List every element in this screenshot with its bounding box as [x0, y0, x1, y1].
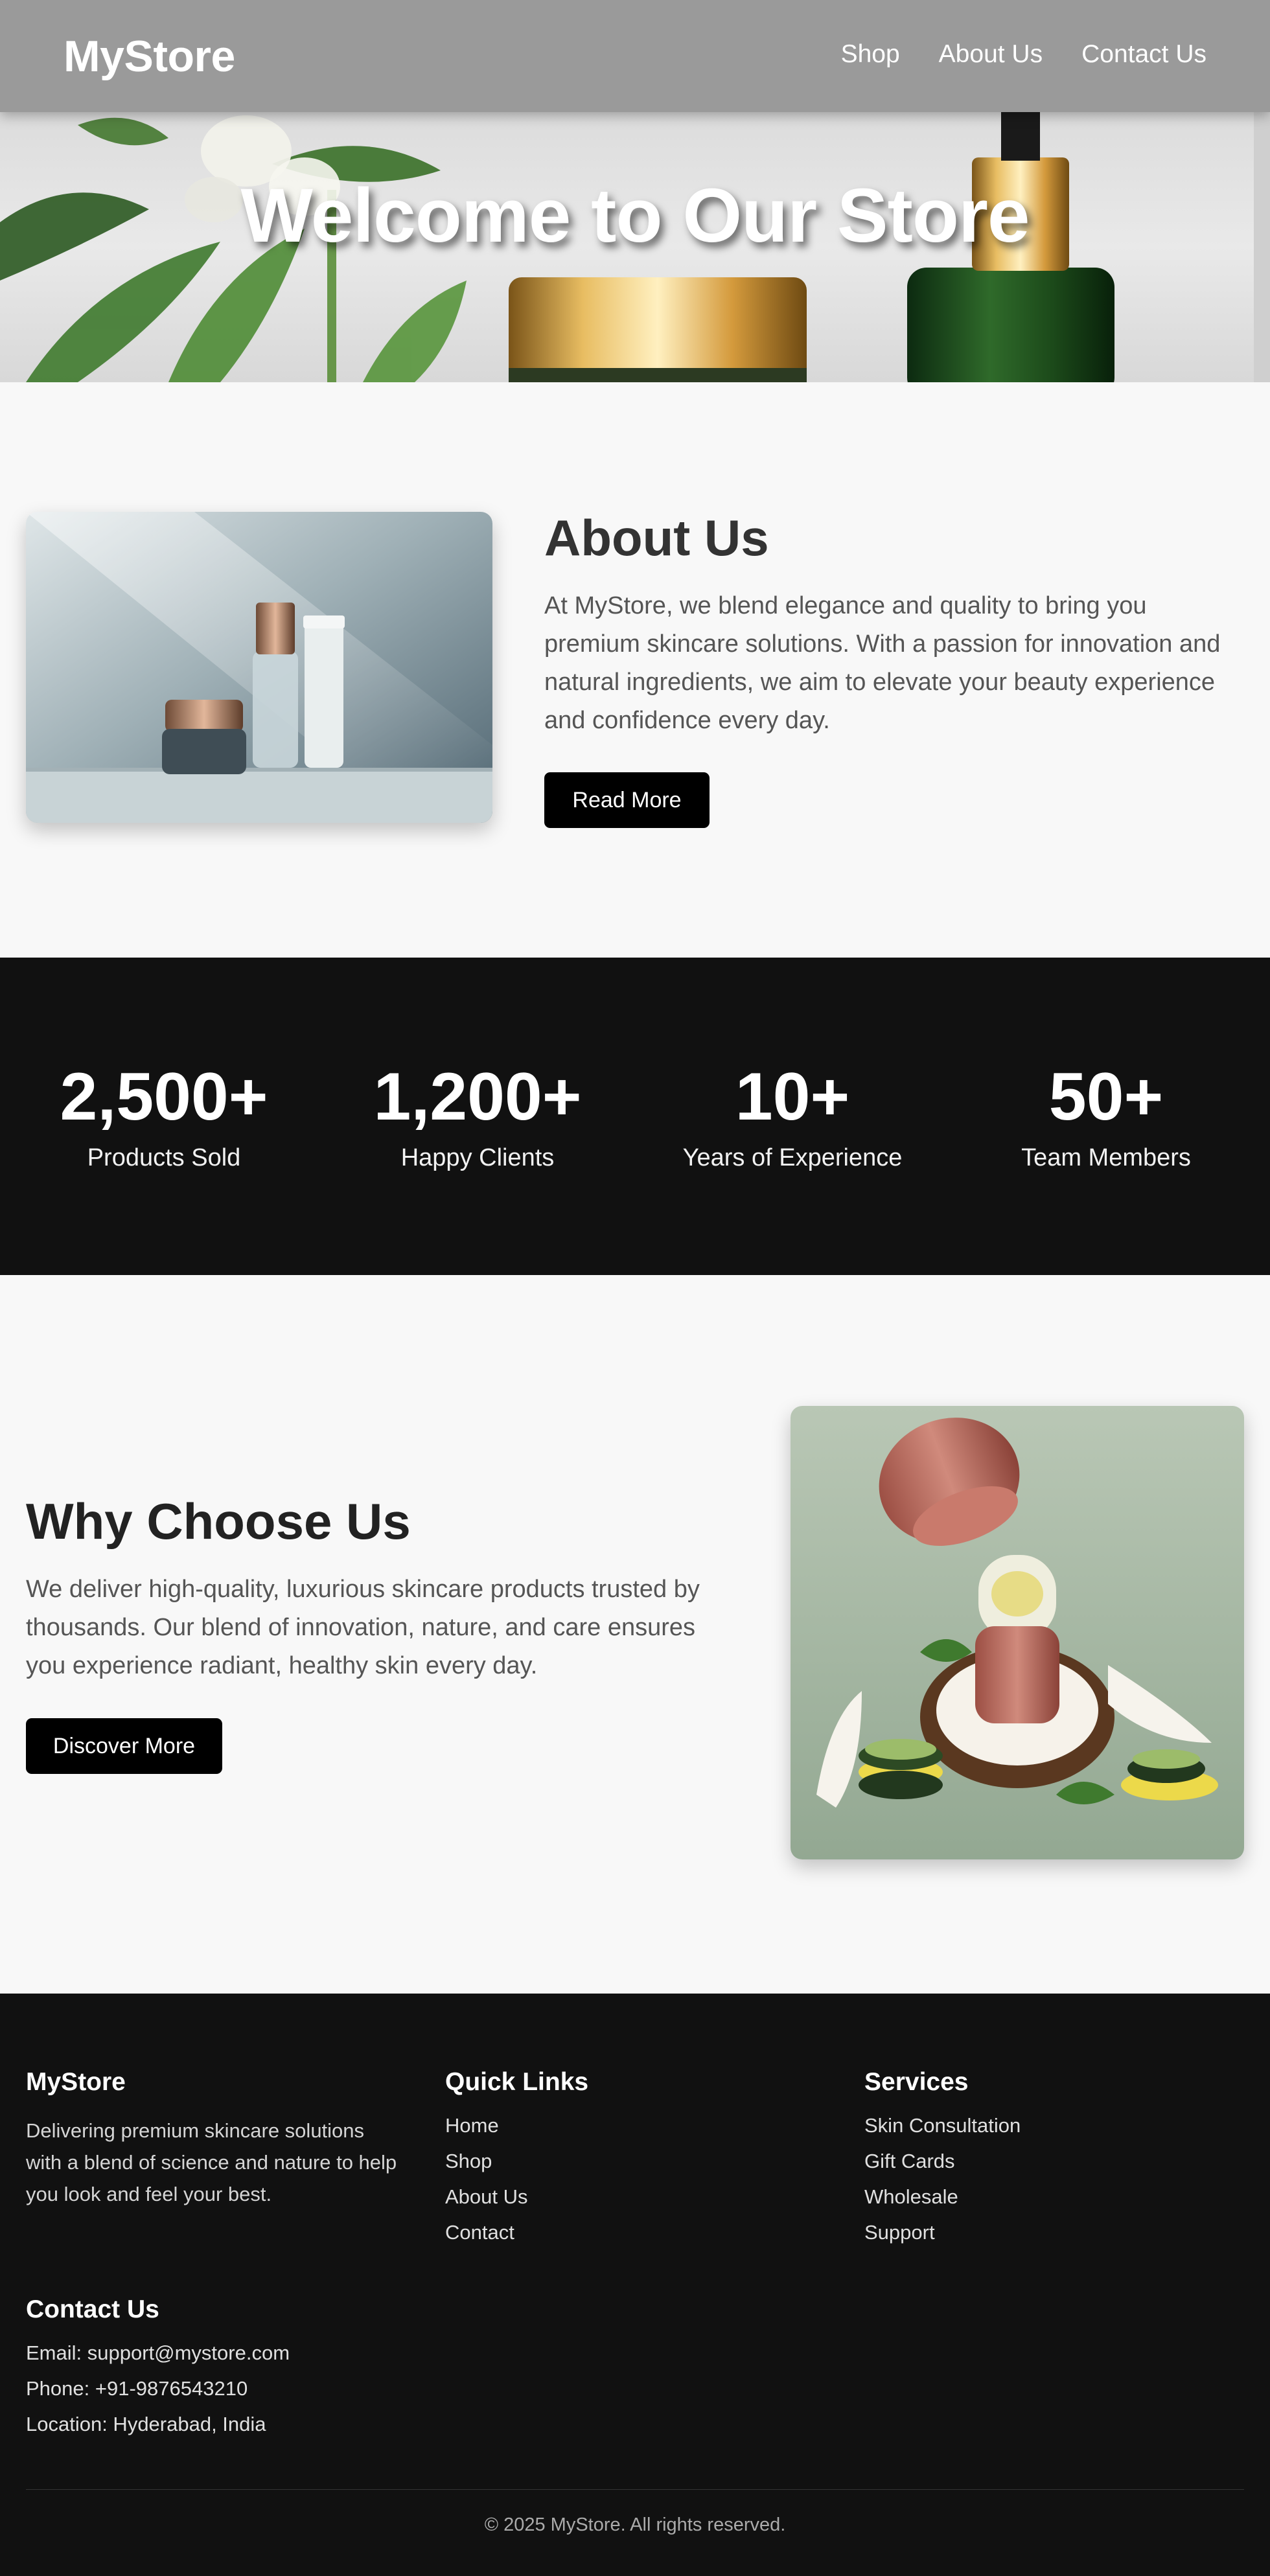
- stat-label: Happy Clients: [400, 1144, 555, 1171]
- nav-link-about-us[interactable]: About Us: [939, 40, 1043, 69]
- stat-value: 2,500+: [60, 1059, 268, 1134]
- site-header: MyStore Shop About Us Contact Us: [0, 0, 1270, 112]
- footer-link-wholesale[interactable]: Wholesale: [864, 2184, 1021, 2220]
- footer-contact-phone[interactable]: Phone: +91-9876543210: [26, 2376, 290, 2411]
- stat-team-members: 50+ Team Members: [947, 1061, 1265, 1172]
- footer-contact-email[interactable]: Email: support@mystore.com: [26, 2340, 290, 2376]
- footer-quick-links-title: Quick Links: [445, 2068, 589, 2096]
- why-choose-us-section: Why Choose Us We deliver high-quality, l…: [0, 1275, 1270, 1994]
- stat-label: Team Members: [1021, 1144, 1191, 1171]
- read-more-button[interactable]: Read More: [544, 772, 710, 828]
- footer-link-support[interactable]: Support: [864, 2220, 1021, 2255]
- footer-link-contact[interactable]: Contact: [445, 2220, 528, 2255]
- about-description: At MyStore, we blend elegance and qualit…: [544, 592, 1221, 734]
- stat-value: 1,200+: [373, 1059, 582, 1134]
- footer-divider: [26, 2489, 1244, 2490]
- footer-link-gift-cards[interactable]: Gift Cards: [864, 2148, 1021, 2184]
- stat-years-experience: 10+ Years of Experience: [634, 1061, 951, 1172]
- footer-brand-text: Delivering premium skincare solutions wi…: [26, 2119, 397, 2205]
- footer-contact-info: Email: support@mystore.com Phone: +91-98…: [26, 2340, 290, 2447]
- why-description: We deliver high-quality, luxurious skinc…: [26, 1576, 700, 1679]
- footer-services-title: Services: [864, 2068, 969, 2096]
- about-title: About Us: [544, 509, 769, 566]
- footer-contact-title: Contact Us: [26, 2295, 159, 2323]
- footer-copyright: © 2025 MyStore. All rights reserved.: [484, 2514, 786, 2535]
- footer-services-links: Skin Consultation Gift Cards Wholesale S…: [864, 2113, 1021, 2255]
- why-product-image: [791, 1406, 1244, 1859]
- nav-link-shop[interactable]: Shop: [841, 40, 900, 69]
- stat-products-sold: 2,500+ Products Sold: [5, 1061, 323, 1172]
- stat-value: 10+: [735, 1059, 850, 1134]
- main-nav: Shop About Us Contact Us: [841, 40, 1206, 69]
- stat-label: Years of Experience: [682, 1144, 903, 1171]
- stat-happy-clients: 1,200+ Happy Clients: [319, 1061, 636, 1172]
- footer-brand-title: MyStore: [26, 2068, 126, 2096]
- footer-link-about-us[interactable]: About Us: [445, 2184, 528, 2220]
- hero-banner: Welcome to Our Store: [0, 112, 1270, 382]
- about-product-image: [26, 512, 492, 823]
- site-logo[interactable]: MyStore: [64, 31, 235, 82]
- footer-link-shop[interactable]: Shop: [445, 2148, 528, 2184]
- ice-roller-photo: [791, 1406, 1244, 1859]
- footer-link-home[interactable]: Home: [445, 2113, 528, 2148]
- site-footer: MyStore Delivering premium skincare solu…: [0, 1994, 1270, 2576]
- footer-quick-links: Home Shop About Us Contact: [445, 2113, 528, 2255]
- stat-value: 50+: [1048, 1059, 1164, 1134]
- stats-section: 2,500+ Products Sold 1,200+ Happy Client…: [0, 958, 1270, 1275]
- why-title: Why Choose Us: [26, 1493, 411, 1550]
- footer-link-skin-consultation[interactable]: Skin Consultation: [864, 2113, 1021, 2148]
- stat-label: Products Sold: [87, 1144, 241, 1171]
- hero-title: Welcome to Our Store: [240, 173, 1030, 259]
- discover-more-button[interactable]: Discover More: [26, 1718, 222, 1774]
- about-section: About Us At MyStore, we blend elegance a…: [0, 382, 1270, 958]
- nav-link-contact-us[interactable]: Contact Us: [1081, 40, 1206, 69]
- skincare-bottles-photo: [26, 512, 492, 823]
- footer-contact-location: Location: Hyderabad, India: [26, 2413, 266, 2435]
